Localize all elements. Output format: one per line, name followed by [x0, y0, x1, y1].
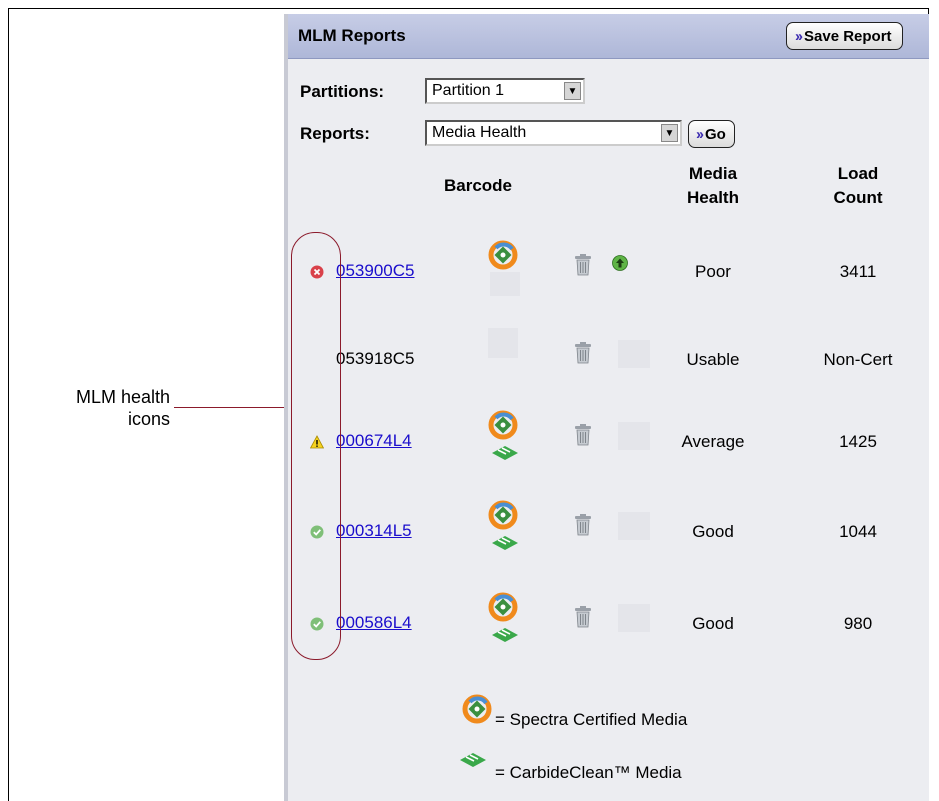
- barcode-link[interactable]: 000674L4: [336, 431, 412, 451]
- callout-label: MLM health icons: [60, 386, 170, 430]
- reports-select-value: Media Health: [432, 124, 527, 141]
- partitions-select-value: Partition 1: [432, 82, 505, 99]
- legend-certified-text: = Spectra Certified Media: [495, 710, 688, 729]
- media-health-value: Average: [681, 432, 745, 451]
- load-count-value: Non-Cert: [823, 350, 893, 369]
- save-report-button[interactable]: ›› Save Report: [786, 22, 903, 50]
- empty-icon-slot: [618, 604, 650, 632]
- spectra-certified-icon: [462, 694, 492, 724]
- barcode-link: 053918C5: [336, 349, 415, 368]
- barcode-link[interactable]: 000586L4: [336, 613, 412, 633]
- empty-icon-slot: [490, 272, 520, 296]
- panel-header: MLM Reports ›› Save Report: [288, 14, 929, 59]
- media-health-value: Poor: [695, 262, 731, 281]
- spectra-certified-icon: [488, 500, 518, 530]
- load-count-value: 1044: [839, 522, 877, 541]
- carbideclean-icon: [460, 753, 486, 767]
- empty-icon-slot: [488, 328, 518, 358]
- trash-icon[interactable]: [574, 606, 592, 628]
- partitions-label: Partitions:: [300, 82, 385, 101]
- spectra-certified-icon: [488, 410, 518, 440]
- trash-icon[interactable]: [574, 254, 592, 276]
- legend-carbide-text: = CarbideClean™ Media: [495, 763, 682, 782]
- go-label: Go: [705, 125, 726, 143]
- reports-select[interactable]: Media Health ▼: [425, 120, 682, 146]
- callout-label-line1: MLM health: [75, 387, 170, 407]
- carbideclean-icon: [492, 536, 518, 550]
- media-health-value: Usable: [686, 350, 740, 369]
- chevron-down-icon[interactable]: ▼: [564, 82, 581, 100]
- barcode-column-header: Barcode: [443, 176, 513, 195]
- barcode-link[interactable]: 053900C5: [336, 261, 414, 281]
- load-count-value: 980: [843, 614, 873, 633]
- go-button[interactable]: ›› Go: [688, 120, 735, 148]
- panel-title: MLM Reports: [298, 26, 406, 45]
- load-count-header-line1: Load: [837, 164, 879, 183]
- media-health-value: Good: [692, 614, 734, 633]
- trash-icon[interactable]: [574, 514, 592, 536]
- partitions-select[interactable]: Partition 1 ▼: [425, 78, 585, 104]
- empty-icon-slot: [618, 422, 650, 450]
- barcode-link[interactable]: 000314L5: [336, 521, 412, 541]
- empty-icon-slot: [618, 340, 650, 368]
- load-count-value: 3411: [839, 262, 877, 281]
- carbideclean-icon: [492, 628, 518, 642]
- media-health-header-line2: Health: [687, 188, 739, 207]
- mlm-reports-panel: MLM Reports ›› Save Report Partitions: P…: [284, 14, 929, 801]
- load-count-header-line2: Count: [833, 188, 883, 207]
- trash-icon[interactable]: [574, 342, 592, 364]
- carbideclean-icon: [492, 446, 518, 460]
- media-health-column-header: Media Health: [663, 162, 763, 210]
- callout-highlight-oval: [291, 232, 341, 660]
- load-count-column-header: Load Count: [808, 162, 908, 210]
- empty-icon-slot: [618, 512, 650, 540]
- up-arrow-icon[interactable]: [612, 255, 628, 271]
- media-health-value: Good: [692, 522, 734, 541]
- callout-leader-line: [174, 407, 288, 408]
- spectra-certified-icon: [488, 592, 518, 622]
- save-report-label: Save Report: [804, 27, 892, 45]
- callout-label-line2: icons: [127, 409, 170, 429]
- chevron-down-icon[interactable]: ▼: [661, 124, 678, 142]
- double-chevron-icon: ››: [696, 125, 704, 143]
- load-count-value: 1425: [839, 432, 877, 451]
- reports-label: Reports:: [300, 124, 370, 143]
- media-health-header-line1: Media: [688, 164, 738, 183]
- spectra-certified-icon: [488, 240, 518, 270]
- double-chevron-icon: ››: [795, 27, 803, 45]
- trash-icon[interactable]: [574, 424, 592, 446]
